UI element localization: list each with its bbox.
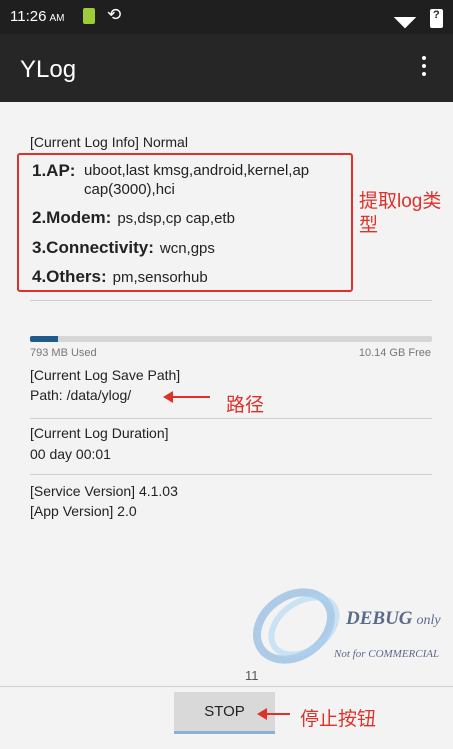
log-type-value: uboot,last kmsg,android,kernel,ap cap(30…: [84, 162, 310, 198]
divider: [30, 300, 432, 301]
more-vert-icon[interactable]: [415, 54, 433, 82]
storage-progress-bar: [30, 336, 432, 342]
log-type-modem: 2.Modem: ps,dsp,cp cap,etb: [32, 208, 235, 228]
log-type-label: 3.Connectivity:: [32, 238, 154, 257]
status-bar: 11:26 AM ⟲: [0, 0, 453, 34]
status-time: 11:26 AM: [10, 8, 64, 25]
log-types-box: 1.AP: uboot,last kmsg,android,kernel,ap …: [17, 153, 353, 292]
status-ampm: AM: [49, 13, 65, 24]
duration-value: 00 day 00:01: [30, 446, 111, 462]
signal-icon: [393, 5, 417, 29]
log-type-label: 2.Modem:: [32, 208, 112, 227]
log-type-others: 4.Others: pm,sensorhub: [32, 267, 208, 287]
log-type-value: pm,sensorhub: [112, 269, 208, 286]
annotation-stop: 停止按钮: [300, 709, 377, 730]
save-path-value: Path: /data/ylog/: [30, 387, 132, 403]
log-info-header: [Current Log Info] Normal: [30, 134, 188, 150]
app-version: [App Version] 2.0: [30, 503, 137, 519]
divider: [30, 418, 432, 419]
sim-card-icon: [83, 8, 95, 24]
log-type-ap: 1.AP: uboot,last kmsg,android,kernel,ap …: [32, 161, 309, 198]
sync-icon: ⟲: [107, 5, 122, 24]
storage-progress-fill: [30, 336, 59, 342]
debug-watermark: DEBUG only Not for COMMERCIAL: [246, 586, 451, 666]
app-bar: YLog: [0, 34, 453, 102]
log-type-label: 4.Others:: [32, 267, 107, 286]
duration-header: [Current Log Duration]: [30, 425, 169, 441]
divider: [30, 474, 432, 475]
annotation-path: 路径: [226, 395, 265, 416]
log-type-value: wcn,gps: [159, 240, 215, 257]
arrow-left-icon: [163, 391, 210, 403]
bottom-bar: STOP 停止按钮: [0, 686, 453, 749]
annotation-log-types: 提取log类型: [359, 191, 442, 236]
battery-unknown-icon: [430, 9, 443, 28]
watermark-suffix: only: [416, 613, 441, 628]
log-type-value: ps,dsp,cp cap,etb: [117, 210, 235, 227]
page-count: 11: [245, 668, 259, 683]
watermark-main: DEBUG: [346, 608, 413, 629]
log-type-connectivity: 3.Connectivity: wcn,gps: [32, 238, 215, 258]
arrow-left-icon: [257, 708, 290, 720]
service-version: [Service Version] 4.1.03: [30, 483, 178, 499]
storage-free: 10.14 GB Free: [358, 347, 431, 359]
main-content: [Current Log Info] Normal 1.AP: uboot,la…: [0, 102, 453, 686]
storage-used: 793 MB Used: [30, 347, 97, 359]
status-time-value: 11:26: [10, 8, 47, 25]
app-title: YLog: [20, 56, 77, 83]
watermark-text: DEBUG only: [346, 608, 441, 630]
log-type-label: 1.AP:: [32, 161, 76, 180]
save-path-header: [Current Log Save Path]: [30, 367, 181, 383]
watermark-subtext: Not for COMMERCIAL: [334, 648, 440, 660]
